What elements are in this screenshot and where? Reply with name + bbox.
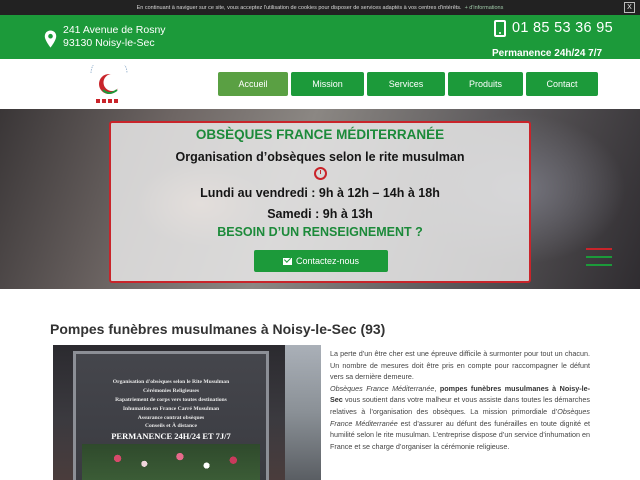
contact-button[interactable]: Contactez-nous <box>254 250 388 272</box>
window-side-panel <box>285 345 321 480</box>
cta-heading: BESOIN D’UN RENSEIGNEMENT ? <box>217 225 423 239</box>
hours-weekday: Lundi au vendredi : 9h à 12h – 14h à 18h <box>200 186 440 200</box>
flowers-decoration <box>82 444 260 480</box>
page-title: Pompes funèbres musulmanes à Noisy-le-Se… <box>50 321 386 337</box>
cookie-text: En continuant à naviguer sur ce site, vo… <box>136 4 462 11</box>
intro-text: La perte d’un être cher est une épreuve … <box>330 349 590 451</box>
hours-saturday: Samedi : 9h à 13h <box>267 207 373 221</box>
clock-icon <box>314 167 327 180</box>
company-name-italic: Obsèques France Méditerranée <box>330 383 435 393</box>
hero-info-box: OBSÈQUES FRANCE MÉDITERRANÉE Organisatio… <box>109 121 531 283</box>
site-header: Accueil Mission Services Produits Contac… <box>0 59 640 109</box>
nav-accueil[interactable]: Accueil <box>218 72 288 96</box>
intro-paragraph-2: vous soutient dans votre malheur et vous… <box>330 395 590 416</box>
slider-dot[interactable] <box>586 264 612 266</box>
nav-mission[interactable]: Mission <box>291 72 364 96</box>
nav-services[interactable]: Services <box>367 72 445 96</box>
slider-dot[interactable] <box>586 256 612 258</box>
location-pin-icon <box>44 30 57 48</box>
permanence-text: Permanence 24h/24 7/7 <box>492 48 603 59</box>
photo-permanence: PERMANENCE 24H/24 ET 7J/7 <box>111 431 231 441</box>
address: 241 Avenue de Rosny 93130 Noisy-le-Sec <box>63 24 166 50</box>
photo-line: Cérémonies Religieuses <box>142 388 200 394</box>
slider-dot-active[interactable] <box>586 248 612 250</box>
hero-subtitle: Organisation d’obsèques selon le rite mu… <box>175 150 465 164</box>
main-nav: Accueil Mission Services Produits Contac… <box>218 72 598 96</box>
nav-produits[interactable]: Produits <box>448 72 523 96</box>
cookie-more-link[interactable]: + d'informations <box>465 5 504 11</box>
photo-line: Organisation d'obsèques selon le Rite Mu… <box>112 379 230 385</box>
phone-number[interactable]: 01 85 53 36 95 <box>512 20 613 36</box>
hero-title: OBSÈQUES FRANCE MÉDITERRANÉE <box>195 127 445 142</box>
cookie-banner: En continuant à naviguer sur ce site, vo… <box>0 0 640 15</box>
logo[interactable] <box>79 65 139 107</box>
hero-banner: OBSÈQUES FRANCE MÉDITERRANÉE Organisatio… <box>0 109 640 289</box>
photo-line: Conseils et À distance <box>144 423 198 429</box>
address-line-1: 241 Avenue de Rosny <box>63 24 166 36</box>
envelope-icon <box>282 257 292 265</box>
phone-icon <box>494 20 506 37</box>
intro-paragraph-1: La perte d’un être cher est une épreuve … <box>330 349 590 382</box>
photo-line: Inhumation en France Carré Musulman <box>122 406 220 412</box>
photo-line: Rapatriement de corps vers toutes destin… <box>115 397 227 403</box>
address-line-2: 93130 Noisy-le-Sec <box>63 37 155 49</box>
nav-contact[interactable]: Contact <box>526 72 598 96</box>
slider-indicator[interactable] <box>586 248 612 272</box>
window-frame: Organisation d'obsèques selon le Rite Mu… <box>73 351 269 480</box>
cookie-close-button[interactable]: X <box>624 2 635 13</box>
contact-button-label: Contactez-nous <box>295 256 360 266</box>
storefront-photo: Organisation d'obsèques selon le Rite Mu… <box>53 345 321 480</box>
top-info-bar: 241 Avenue de Rosny 93130 Noisy-le-Sec 0… <box>0 15 640 59</box>
photo-line: Assurance contrat obsèques <box>137 415 205 421</box>
